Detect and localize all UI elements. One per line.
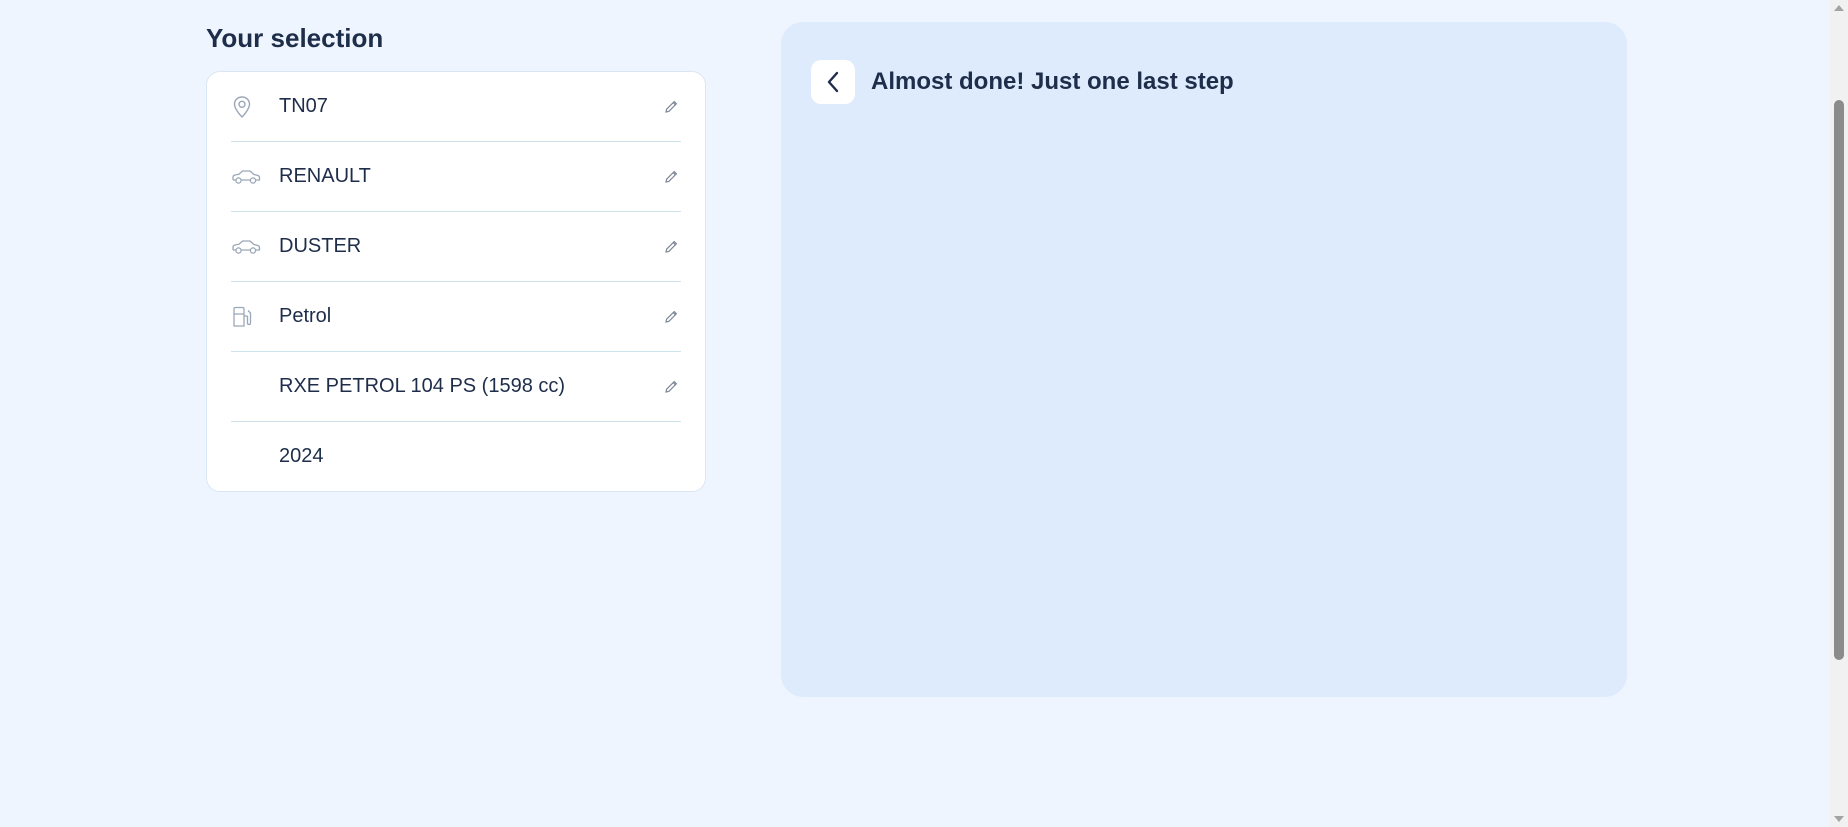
selection-label-fuel: Petrol [279, 305, 332, 327]
location-pin-icon [231, 95, 279, 119]
edit-fuel-icon[interactable] [661, 307, 681, 327]
selection-title: Your selection [206, 23, 384, 53]
edit-variant-icon[interactable] [661, 377, 681, 397]
selection-label-year: 2024 [279, 445, 324, 467]
edit-brand-icon[interactable] [661, 167, 681, 187]
chevron-left-icon [827, 71, 839, 93]
scroll-up-icon[interactable] [1834, 5, 1844, 11]
selection-label-model: DUSTER [279, 235, 362, 257]
fuel-pump-icon [231, 305, 279, 329]
scrollbar-thumb[interactable] [1834, 100, 1844, 660]
vertical-scrollbar[interactable] [1830, 0, 1848, 827]
selection-row-variant: RXE PETROL 104 PS (1598 cc) [231, 352, 681, 422]
selection-label-variant: RXE PETROL 104 PS (1598 cc) [279, 375, 566, 397]
car-icon [231, 237, 279, 257]
back-button[interactable] [811, 60, 855, 104]
selection-section: Your selection TN07 RENAULT DUSTER Petro… [206, 22, 706, 492]
scroll-down-icon[interactable] [1834, 816, 1844, 822]
final-step-panel: Almost done! Just one last step [781, 22, 1627, 697]
selection-row-fuel: Petrol [231, 282, 681, 352]
selection-card: TN07 RENAULT DUSTER Petrol RXE PETROL 10… [206, 71, 706, 492]
car-icon [231, 167, 279, 187]
selection-row-year: 2024 [231, 422, 681, 491]
selection-label-brand: RENAULT [279, 165, 371, 187]
edit-model-icon[interactable] [661, 237, 681, 257]
step-title: Almost done! Just one last step [871, 68, 1234, 95]
selection-row-rto: TN07 [231, 72, 681, 142]
edit-rto-icon[interactable] [661, 97, 681, 117]
selection-row-brand: RENAULT [231, 142, 681, 212]
selection-row-model: DUSTER [231, 212, 681, 282]
selection-label-rto: TN07 [279, 95, 328, 117]
